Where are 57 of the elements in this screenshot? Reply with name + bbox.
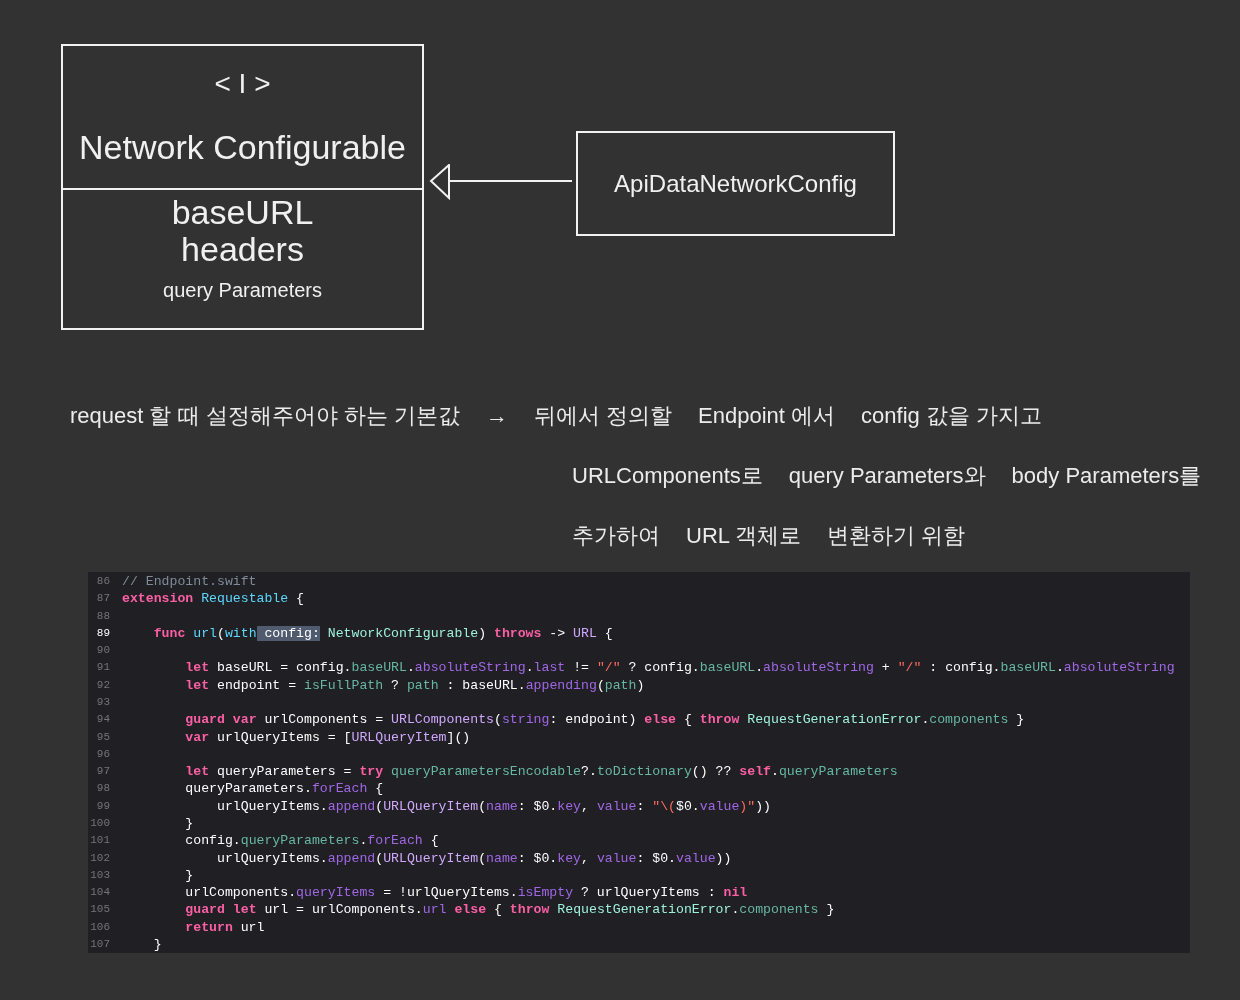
code-line: }	[152, 935, 162, 954]
note-text: request 할 때 설정해주어야 하는 기본값	[70, 401, 460, 430]
note-text: body Parameters를	[1011, 461, 1202, 490]
note-text: URL 객체로	[686, 521, 802, 550]
code-line: }	[184, 866, 194, 885]
code-line: }	[184, 814, 194, 833]
code-line: let queryParameters = try queryParametersEncodable?.toDictionary() ?? self.queryParameters	[184, 763, 898, 781]
code-line: guard let url = urlComponents.url else { throw RequestGenerationError.components }	[184, 901, 835, 919]
line-number: 93	[95, 694, 110, 710]
code-line: urlQueryItems.append(URLQueryItem(name: $0.key, value: "\($0.value)"))	[215, 797, 771, 815]
note-text: 추가하여	[572, 521, 660, 550]
note-text: 뒤에서 정의할	[533, 401, 673, 430]
note-text: query Parameters와	[788, 461, 986, 490]
line-number: 87	[95, 591, 110, 607]
code-line: var urlQueryItems = [URLQueryItem]()	[184, 728, 471, 746]
note-text: URLComponents로	[572, 461, 763, 490]
member-label: headers	[181, 231, 304, 269]
line-number: 88	[95, 608, 110, 624]
line-number: 95	[95, 729, 110, 745]
code-line: return url	[184, 918, 265, 936]
line-number: 94	[95, 712, 110, 728]
line-number: 105	[89, 902, 110, 918]
code-line: func url(with config: NetworkConfigurable) throws -> URL {	[152, 624, 613, 643]
note-text: →	[485, 401, 508, 430]
line-number: 96	[95, 746, 110, 762]
line-number: 107	[89, 936, 110, 952]
note-text: config 값을 가지고	[861, 401, 1042, 430]
code-line: queryParameters.forEach {	[184, 780, 384, 798]
code-line: let endpoint = isFullPath ? path : baseURL.appending(path)	[184, 676, 645, 694]
class-title: ApiDataNetworkConfig	[614, 168, 857, 199]
line-number: 106	[89, 919, 110, 935]
line-number: 90	[95, 643, 110, 659]
line-number: 102	[89, 850, 110, 866]
line-number: 103	[89, 867, 110, 883]
line-number: 101	[89, 833, 110, 849]
line-number: 99	[95, 798, 110, 814]
interface-title: Network Configurable	[79, 130, 406, 164]
line-number: 97	[95, 764, 110, 780]
line-number: 98	[95, 781, 110, 797]
code-line: guard var urlComponents = URLComponents(string: endpoint) else { throw RequestGenerationError.components }	[184, 711, 1025, 729]
line-number: 100	[89, 815, 110, 831]
line-number: 92	[95, 677, 110, 693]
code-line: config.queryParameters.forEach {	[184, 832, 439, 850]
interface-stereotype: < I >	[214, 70, 271, 98]
code-line: // Endpoint.swift	[122, 573, 257, 591]
code-line: urlComponents.queryItems = !urlQueryItems.isEmpty ? urlQueryItems : nil	[184, 884, 748, 902]
code-line: urlQueryItems.append(URLQueryItem(name: $0.key, value: $0.value))	[215, 849, 732, 867]
line-number: 91	[95, 660, 110, 676]
code-line: extension Requestable {	[122, 590, 305, 608]
line-number: 89	[95, 625, 110, 641]
code-line: let baseURL = config.baseURL.absoluteString.last != "/" ? config.baseURL.absoluteString + "/" : config.baseURL.absoluteString	[184, 659, 1175, 677]
line-number: 104	[89, 885, 110, 901]
member-label: baseURL	[171, 194, 314, 232]
note-text: 변환하기 위함	[827, 521, 966, 550]
note-text: Endpoint 에서	[698, 401, 836, 430]
member-label: query Parameters	[163, 277, 322, 303]
line-number: 86	[95, 574, 110, 589]
